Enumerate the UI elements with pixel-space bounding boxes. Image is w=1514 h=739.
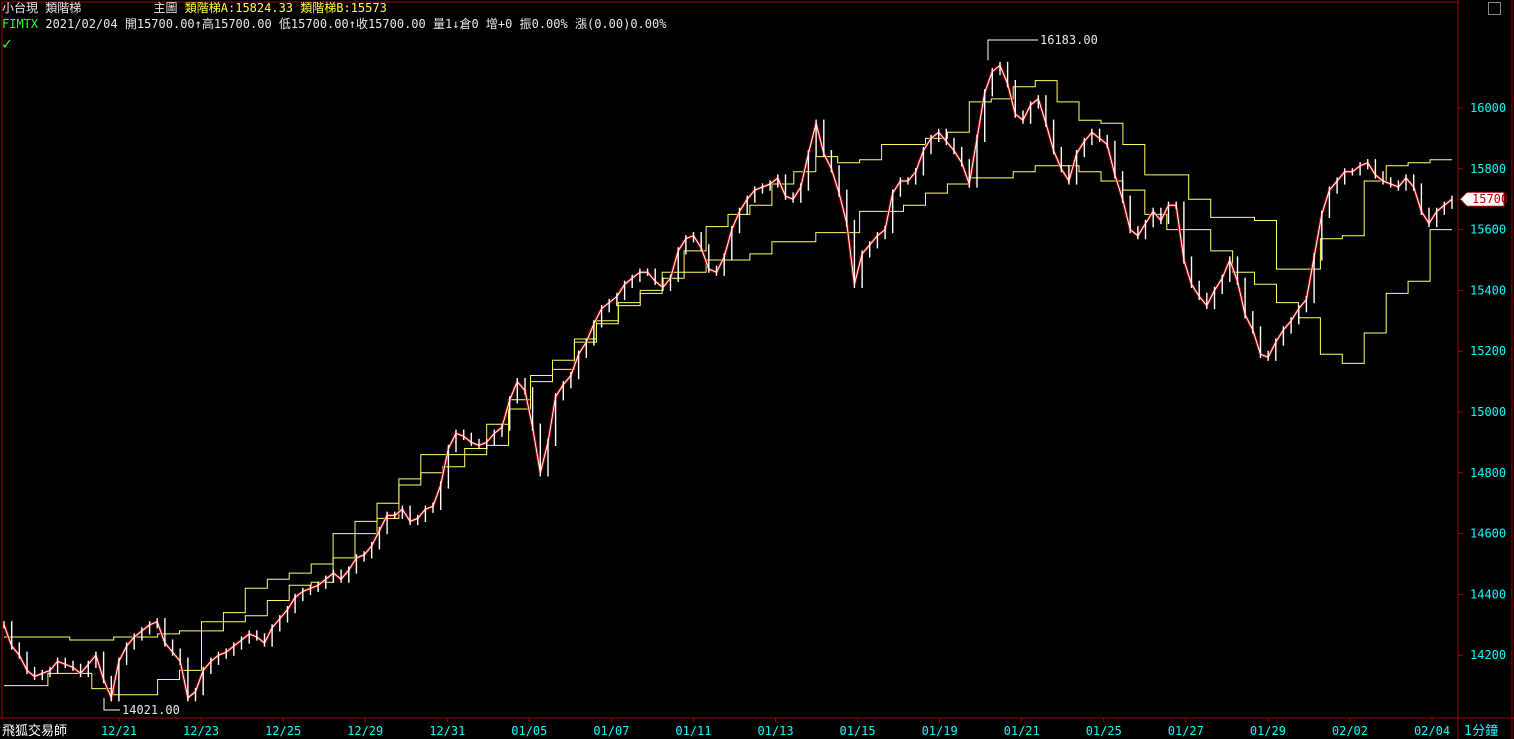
ladder-b-value: 類階梯B:15573	[300, 1, 387, 15]
x-tick-label: 02/02	[1332, 724, 1368, 738]
y-tick-label: 14600	[1470, 527, 1506, 541]
chart-window: 14200 14400 14600 14800 15000 15200 15400 15600…	[0, 0, 1514, 739]
indicator-label: 類階梯	[45, 1, 82, 15]
price-line	[3, 64, 1453, 700]
amplitude: 振0.00%	[519, 17, 568, 31]
high-price: ↑高15700.00	[194, 17, 272, 31]
x-tick-label: 12/23	[183, 724, 219, 738]
y-tick-label: 15600	[1470, 223, 1506, 237]
y-tick-label: 14800	[1470, 466, 1506, 480]
price-shadow-line	[2, 62, 1453, 703]
header-row-1: 小台現 類階梯 主圖 類階梯A:15824.33 類階梯B:15573	[2, 1, 387, 15]
y-tick-label: 15200	[1470, 344, 1506, 358]
low-price: 低15700.00	[278, 17, 349, 31]
x-tick-label: 02/04	[1414, 724, 1450, 738]
y-tick-label: 15000	[1470, 405, 1506, 419]
x-tick-label: 01/25	[1086, 724, 1122, 738]
volume-info: 量1↓倉0	[433, 17, 479, 31]
min-price-label: 14021.00	[122, 703, 180, 717]
y-tick-label: 14200	[1470, 648, 1506, 662]
last-price-label: 15700	[1472, 192, 1508, 206]
plot-frame	[1, 1, 1459, 719]
header-row-2: FIMTX 2021/02/04 開15700.00↑高15700.00 低15…	[2, 17, 666, 31]
x-tick-label: 01/21	[1004, 724, 1040, 738]
symbol-code: FIMTX	[2, 17, 39, 31]
close-price: ↑收15700.00	[348, 17, 426, 31]
ladder-a-line	[4, 80, 1452, 641]
y-tick-label: 15400	[1470, 283, 1506, 297]
price-chart[interactable]: 14200 14400 14600 14800 15000 15200 15400 15600…	[0, 0, 1514, 739]
ladder-a-value: 類階梯A:15824.33	[184, 1, 294, 15]
symbol-label: 小台現	[2, 1, 39, 15]
max-price-label: 16183.00	[1040, 33, 1098, 47]
open-price: 開15700.00	[124, 17, 195, 31]
y-tick-label: 16000	[1470, 101, 1506, 115]
x-tick-label: 12/29	[347, 724, 383, 738]
x-tick-label: 01/07	[593, 724, 629, 738]
maximize-icon[interactable]	[1488, 2, 1501, 15]
x-tick-label: 01/05	[511, 724, 547, 738]
bar-date: 2021/02/04	[45, 17, 118, 31]
x-tick-label: 01/19	[922, 724, 958, 738]
y-tick-label: 14400	[1470, 587, 1506, 601]
interval-label[interactable]: 1分鐘	[1464, 720, 1498, 739]
x-tick-label: 12/21	[101, 724, 137, 738]
brand-label: 飛狐交易師	[2, 724, 68, 739]
y-tick-label: 15800	[1470, 162, 1506, 176]
panel-label: 主圖	[153, 1, 178, 15]
x-tick-label: 01/27	[1168, 724, 1204, 738]
x-tick-label: 01/11	[675, 724, 711, 738]
x-tick-label: 12/31	[429, 724, 465, 738]
x-tick-label: 01/29	[1250, 724, 1286, 738]
price-change: 漲(0.00)0.00%	[574, 17, 667, 31]
max-pointer	[987, 39, 1038, 61]
x-tick-label: 01/13	[757, 724, 793, 738]
x-tick-label: 01/15	[840, 724, 876, 738]
oi-change: 增+0	[485, 17, 513, 31]
check-icon[interactable]: ✓	[2, 36, 12, 52]
x-tick-label: 12/25	[265, 724, 301, 738]
